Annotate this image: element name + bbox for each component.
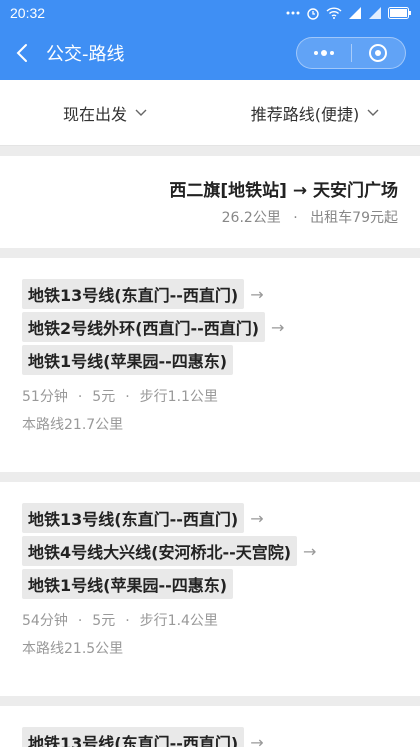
arrow-icon: → <box>271 317 285 337</box>
meta-separator: · <box>77 389 83 405</box>
signal-icon <box>349 7 361 19</box>
signal-icon-2 <box>369 7 381 19</box>
arrow-icon: → <box>303 541 317 561</box>
line-tag: 地铁13号线(东直门--西直门) <box>22 727 245 747</box>
route-line-row: 地铁1号线(苹果园--四惠东) <box>22 345 420 375</box>
close-circle-icon <box>369 44 388 62</box>
route-meta: 54分钟 · 5元 · 步行1.4公里 <box>22 610 420 630</box>
status-time: 20:32 <box>10 5 46 21</box>
summary-separator: · <box>293 210 298 226</box>
route-distance: 本路线21.7公里 <box>22 417 124 433</box>
line-tag: 地铁13号线(东直门--西直门) <box>22 503 245 533</box>
route-line-row: 地铁13号线(东直门--西直门) → <box>22 279 420 309</box>
title-bar: 公交-路线 <box>0 26 420 80</box>
more-button[interactable] <box>297 38 351 68</box>
battery-icon <box>388 7 411 19</box>
route-price: 5元 <box>92 389 116 405</box>
chevron-down-icon <box>135 109 147 116</box>
line-tag: 地铁4号线大兴线(安河桥北--天宫院) <box>22 536 298 566</box>
sort-dropdown[interactable]: 推荐路线(便捷) <box>210 101 420 125</box>
alarm-icon <box>307 8 319 20</box>
line-tag: 地铁2号线外环(西直门--西直门) <box>22 312 266 342</box>
meta-separator: · <box>125 613 130 629</box>
miniprogram-capsule <box>296 37 406 69</box>
route-line-row: 地铁1号线(苹果园--四惠东) <box>22 569 420 599</box>
status-icons <box>286 6 412 20</box>
summary-distance: 26.2公里 <box>221 210 281 226</box>
meta-separator: · <box>77 613 83 629</box>
back-button[interactable] <box>0 26 44 80</box>
route-option-3[interactable]: 地铁13号线(东直门--西直门) → <box>0 706 420 747</box>
route-summary: 西二旗[地铁站] → 天安门广场 26.2公里 · 出租车79元起 <box>0 156 420 248</box>
route-line-row: 地铁4号线大兴线(安河桥北--天宫院) → <box>22 536 420 566</box>
more-dots-icon <box>286 11 300 15</box>
status-bar: 20:32 <box>0 0 420 26</box>
depart-time-dropdown[interactable]: 现在出发 <box>0 101 210 125</box>
route-walk: 步行1.4公里 <box>139 613 218 629</box>
route-line-row: 地铁13号线(东直门--西直门) → <box>22 503 420 533</box>
route-meta: 51分钟 · 5元 · 步行1.1公里 <box>22 386 420 406</box>
route-distance: 本路线21.5公里 <box>22 641 124 657</box>
route-walk: 步行1.1公里 <box>139 389 218 405</box>
filter-bar: 现在出发 推荐路线(便捷) <box>0 80 420 146</box>
page-title: 公交-路线 <box>46 44 125 65</box>
summary-route: 西二旗[地铁站] → 天安门广场 <box>169 181 398 201</box>
arrow-icon: → <box>250 732 264 747</box>
route-option-1[interactable]: 地铁13号线(东直门--西直门) → 地铁2号线外环(西直门--西直门) → 地… <box>0 258 420 472</box>
line-tag: 地铁13号线(东直门--西直门) <box>22 279 245 309</box>
route-line-row: 地铁2号线外环(西直门--西直门) → <box>22 312 420 342</box>
route-line-row: 地铁13号线(东直门--西直门) → <box>22 727 420 747</box>
wifi-icon <box>326 7 342 19</box>
route-option-2[interactable]: 地铁13号线(东直门--西直门) → 地铁4号线大兴线(安河桥北--天宫院) →… <box>0 482 420 696</box>
route-price: 5元 <box>92 613 116 629</box>
chevron-left-icon <box>16 44 27 62</box>
sort-label: 推荐路线(便捷) <box>250 104 360 124</box>
arrow-icon: → <box>250 508 264 528</box>
route-duration: 51分钟 <box>22 389 68 405</box>
chevron-down-icon <box>367 109 379 116</box>
arrow-icon: → <box>250 284 264 304</box>
close-button[interactable] <box>352 38 406 68</box>
line-tag: 地铁1号线(苹果园--四惠东) <box>22 569 234 599</box>
more-icon <box>313 50 334 56</box>
summary-taxi: 出租车79元起 <box>310 210 398 226</box>
line-tag: 地铁1号线(苹果园--四惠东) <box>22 345 234 375</box>
summary-meta: 26.2公里 · 出租车79元起 <box>0 207 398 227</box>
meta-separator: · <box>125 389 130 405</box>
depart-time-label: 现在出发 <box>62 104 127 124</box>
route-duration: 54分钟 <box>22 613 68 629</box>
